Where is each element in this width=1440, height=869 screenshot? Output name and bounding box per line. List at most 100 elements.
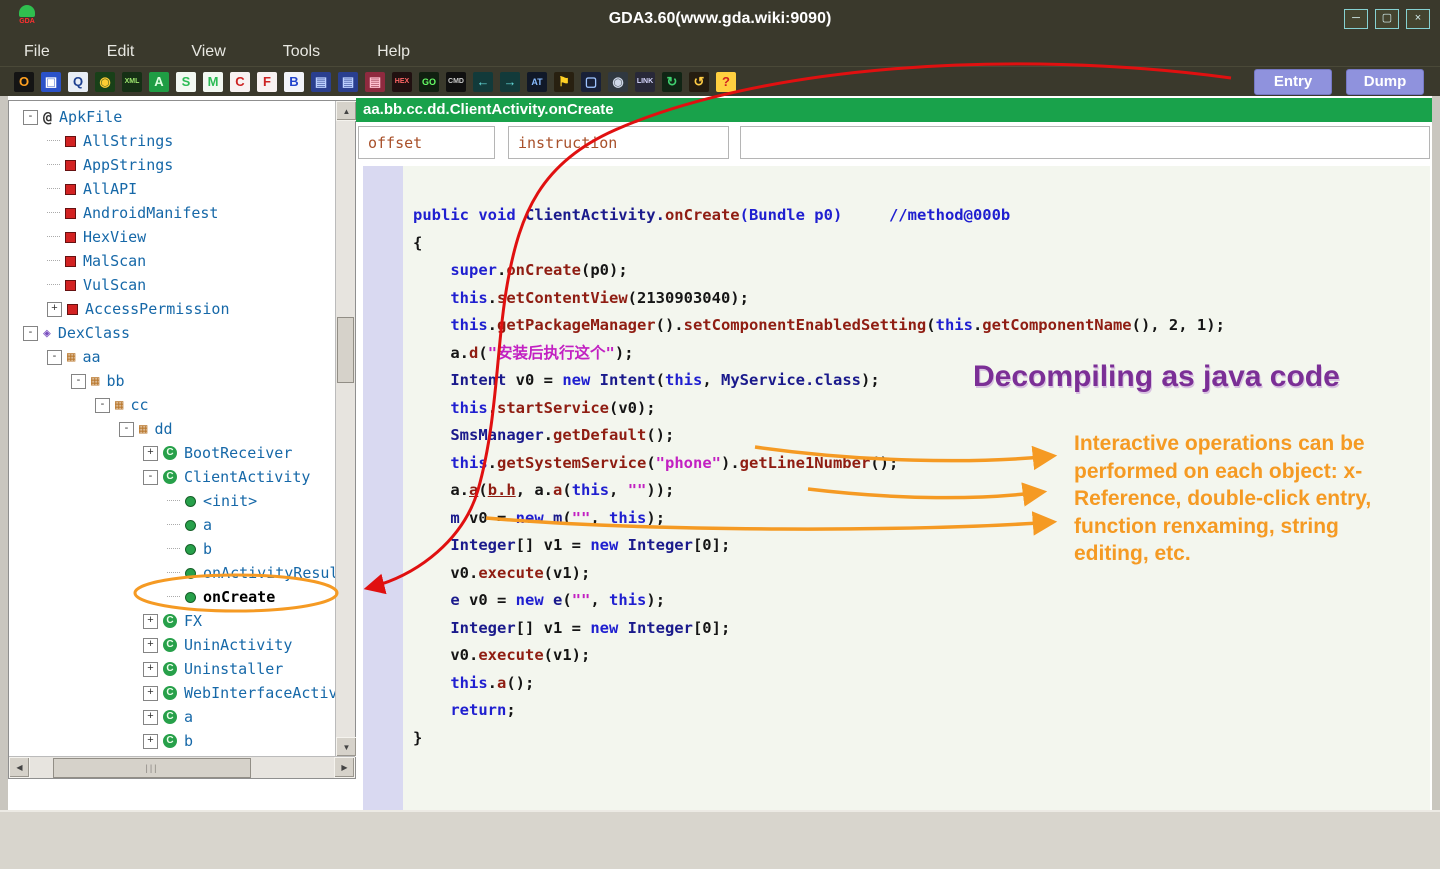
expand-icon[interactable]: +	[47, 302, 62, 317]
code-line[interactable]: a.d("安装后执行这个");	[413, 340, 1430, 368]
scroll-up-button[interactable]: ▲	[336, 101, 357, 121]
xref-link[interactable]: a	[469, 481, 478, 499]
field-table-icon[interactable]: ▤	[338, 72, 358, 92]
tree-item-b[interactable]: b	[9, 537, 335, 561]
tree-item-malscan[interactable]: MalScan	[9, 249, 335, 273]
android-icon[interactable]: A	[149, 72, 169, 92]
code-line[interactable]: this.getSystemService("phone").getLine1N…	[413, 450, 1430, 478]
expand-icon[interactable]: +	[143, 638, 158, 653]
code-line[interactable]: public void ClientActivity.onCreate(Bund…	[413, 202, 1430, 230]
expand-icon[interactable]: +	[143, 734, 158, 749]
refresh-icon[interactable]: ↻	[662, 72, 682, 92]
tree-item-a[interactable]: +Ca	[9, 705, 335, 729]
code-line[interactable]: return;	[413, 697, 1430, 725]
expand-icon[interactable]: +	[143, 710, 158, 725]
tree-vertical-scrollbar[interactable]: ▲ ▼	[335, 101, 355, 757]
tree-item-a[interactable]: a	[9, 513, 335, 537]
collapse-icon[interactable]: -	[47, 350, 62, 365]
code-line[interactable]: v0.execute(v1);	[413, 560, 1430, 588]
strings-icon[interactable]: S	[176, 72, 196, 92]
tree-item-dexclass[interactable]: -◈DexClass	[9, 321, 335, 345]
code-line[interactable]: v0.execute(v1);	[413, 642, 1430, 670]
undo-icon[interactable]: ↺	[689, 72, 709, 92]
tree-item-dd[interactable]: -▦dd	[9, 417, 335, 441]
tree-item-bootreceiver[interactable]: +CBootReceiver	[9, 441, 335, 465]
save-icon[interactable]: ▣	[41, 72, 61, 92]
link-icon[interactable]: LINK	[635, 72, 655, 92]
code-line[interactable]: this.setContentView(2130903040);	[413, 285, 1430, 313]
scroll-down-button[interactable]: ▼	[336, 737, 357, 757]
tree-item-onactivityresult[interactable]: onActivityResult	[9, 561, 335, 585]
expand-icon[interactable]: +	[143, 686, 158, 701]
maximize-button[interactable]: ▢	[1375, 9, 1399, 29]
collapse-icon[interactable]: -	[23, 110, 38, 125]
expand-icon[interactable]: +	[143, 614, 158, 629]
code-line[interactable]: this.getPackageManager().setComponentEna…	[413, 312, 1430, 340]
open-icon[interactable]: O	[14, 72, 34, 92]
menu-item-view[interactable]: View	[191, 43, 225, 61]
tree-item-bb[interactable]: -▦bb	[9, 369, 335, 393]
dump-button[interactable]: Dump	[1346, 69, 1424, 95]
tree-item-vulscan[interactable]: VulScan	[9, 273, 335, 297]
search-file-icon[interactable]: Q	[68, 72, 88, 92]
string-pair-icon[interactable]: ◉	[95, 72, 115, 92]
xml-icon[interactable]: XML	[122, 72, 142, 92]
xref-link[interactable]: b.h	[488, 481, 516, 499]
tree-horizontal-scrollbar[interactable]: ◀ ||| ▶	[9, 756, 355, 778]
entry-button[interactable]: Entry	[1254, 69, 1332, 95]
tree-item-androidmanifest[interactable]: AndroidManifest	[9, 201, 335, 225]
tree-item-oncreate[interactable]: onCreate	[9, 585, 335, 609]
menu-item-edit[interactable]: Edit	[107, 43, 135, 61]
scroll-right-button[interactable]: ▶	[334, 757, 355, 778]
vertical-scroll-thumb[interactable]	[337, 317, 354, 383]
close-button[interactable]: ×	[1406, 9, 1430, 29]
hex-icon[interactable]: HEX	[392, 72, 412, 92]
methods-icon[interactable]: M	[203, 72, 223, 92]
menu-item-help[interactable]: Help	[377, 43, 410, 61]
tree-item-b[interactable]: +Cb	[9, 729, 335, 753]
tree-item-clientactivity[interactable]: -CClientActivity	[9, 465, 335, 489]
tree-item-uninactivity[interactable]: +CUninActivity	[9, 633, 335, 657]
tree-item-hexview[interactable]: HexView	[9, 225, 335, 249]
minimize-button[interactable]: ─	[1344, 9, 1368, 29]
window-icon[interactable]: ▢	[581, 72, 601, 92]
bytecode-icon[interactable]: B	[284, 72, 304, 92]
forward-icon[interactable]: →	[500, 72, 520, 92]
mark-icon[interactable]: ⚑	[554, 72, 574, 92]
code-line[interactable]: SmsManager.getDefault();	[413, 422, 1430, 450]
collapse-icon[interactable]: -	[23, 326, 38, 341]
go-icon[interactable]: GO	[419, 72, 439, 92]
back-icon[interactable]: ←	[473, 72, 493, 92]
expand-icon[interactable]: +	[143, 662, 158, 677]
expand-icon[interactable]: +	[143, 446, 158, 461]
tree-item-init[interactable]: <init>	[9, 489, 335, 513]
method-table-icon[interactable]: ▤	[311, 72, 331, 92]
collapse-icon[interactable]: -	[71, 374, 86, 389]
code-line[interactable]: m v0 = new m("", this);	[413, 505, 1430, 533]
horizontal-scroll-thumb[interactable]: |||	[53, 758, 251, 778]
collapse-icon[interactable]: -	[143, 470, 158, 485]
code-line[interactable]: Intent v0 = new Intent(this, MyService.c…	[413, 367, 1430, 395]
code-line[interactable]: e v0 = new e("", this);	[413, 587, 1430, 615]
fields-icon[interactable]: F	[257, 72, 277, 92]
classes-icon[interactable]: C	[230, 72, 250, 92]
tree-item-aa[interactable]: -▦aa	[9, 345, 335, 369]
at-icon[interactable]: AT	[527, 72, 547, 92]
scroll-left-button[interactable]: ◀	[9, 757, 30, 778]
tree-item-apkfile[interactable]: -@ApkFile	[9, 105, 335, 129]
tree-item-appstrings[interactable]: AppStrings	[9, 153, 335, 177]
cmd-icon[interactable]: CMD	[446, 72, 466, 92]
tree-item-uninstaller[interactable]: +CUninstaller	[9, 657, 335, 681]
help-icon[interactable]: ?	[716, 72, 736, 92]
string-table-icon[interactable]: ▤	[365, 72, 385, 92]
capture-icon[interactable]: ◉	[608, 72, 628, 92]
code-line[interactable]: Integer[] v1 = new Integer[0];	[413, 532, 1430, 560]
tree-item-accesspermission[interactable]: +AccessPermission	[9, 297, 335, 321]
tree-item-cc[interactable]: -▦cc	[9, 393, 335, 417]
tree-item-allstrings[interactable]: AllStrings	[9, 129, 335, 153]
tree-item-fx[interactable]: +CFX	[9, 609, 335, 633]
code-line[interactable]: }	[413, 725, 1430, 753]
menu-item-tools[interactable]: Tools	[283, 43, 320, 61]
code-line[interactable]: a.a(b.h, a.a(this, ""));	[413, 477, 1430, 505]
menu-item-file[interactable]: File	[24, 43, 50, 61]
